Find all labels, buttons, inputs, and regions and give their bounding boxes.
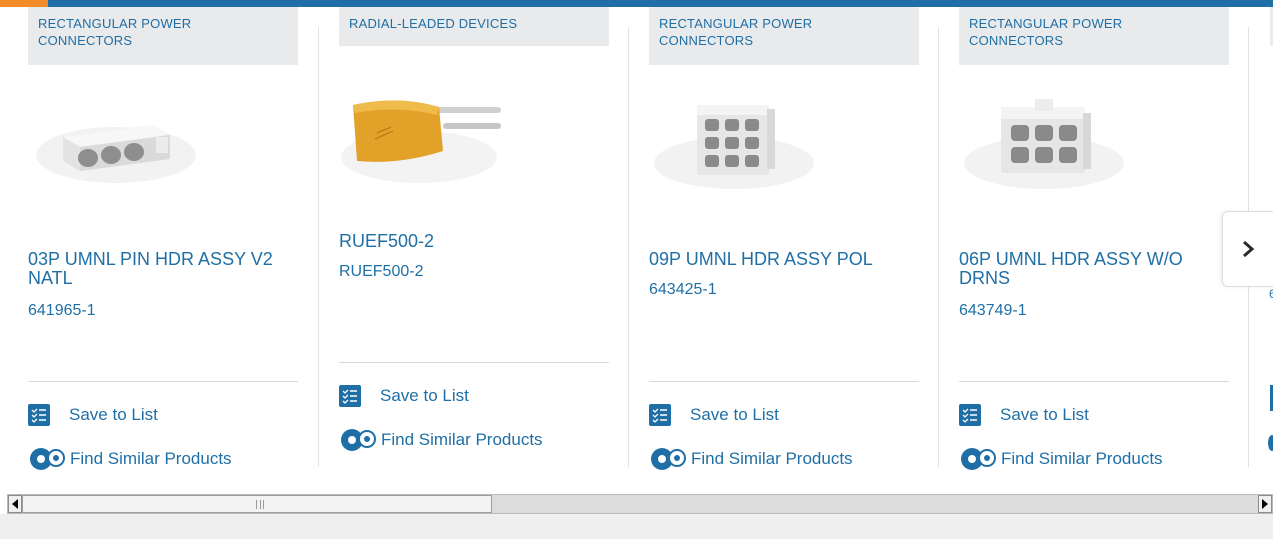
chevron-right-icon bbox=[1243, 240, 1255, 258]
checklist-icon bbox=[28, 404, 50, 426]
product-carousel: RECTANGULAR POWER CONNECTORS 03P UMNL PI… bbox=[0, 7, 1273, 487]
save-to-list-button[interactable]: Save to List bbox=[339, 385, 469, 407]
save-to-list-label: Save to List bbox=[1000, 405, 1089, 424]
top-accent-bar bbox=[0, 0, 1273, 7]
find-similar-label: Find Similar Products bbox=[70, 449, 232, 468]
gears-icon[interactable] bbox=[1268, 435, 1273, 451]
find-similar-label: Find Similar Products bbox=[691, 449, 853, 468]
find-similar-label: Find Similar Products bbox=[381, 430, 543, 449]
product-image[interactable] bbox=[649, 87, 819, 197]
checklist-icon bbox=[339, 385, 361, 407]
orange-accent bbox=[0, 0, 48, 7]
product-image[interactable] bbox=[959, 87, 1129, 197]
category-label[interactable]: RECTANGULAR POWER CONNECTORS bbox=[28, 7, 298, 65]
gears-icon bbox=[30, 448, 65, 470]
save-to-list-label: Save to List bbox=[380, 386, 469, 405]
part-number[interactable]: RUEF500-2 bbox=[339, 263, 423, 281]
checklist-icon bbox=[649, 404, 671, 426]
part-number-fragment[interactable]: 6 bbox=[1269, 287, 1273, 301]
category-label[interactable]: RADIAL-LEADED DEVICES bbox=[339, 7, 609, 46]
product-title[interactable]: 03P UMNL PIN HDR ASSY V2 NATL bbox=[28, 250, 298, 288]
category-label[interactable]: RECTANGULAR POWER CONNECTORS bbox=[649, 7, 919, 65]
gears-icon bbox=[961, 448, 996, 470]
divider bbox=[959, 381, 1229, 382]
save-to-list-label: Save to List bbox=[690, 405, 779, 424]
horizontal-scrollbar[interactable] bbox=[7, 494, 1273, 514]
divider bbox=[339, 362, 609, 363]
divider bbox=[28, 381, 298, 382]
card-separator bbox=[318, 27, 319, 467]
find-similar-button[interactable]: Find Similar Products bbox=[959, 446, 1163, 472]
save-to-list-button[interactable]: Save to List bbox=[28, 404, 158, 426]
scroll-right-button[interactable] bbox=[1258, 495, 1272, 513]
checklist-icon bbox=[959, 404, 981, 426]
part-number[interactable]: 643425-1 bbox=[649, 281, 717, 299]
product-title[interactable]: RUEF500-2 bbox=[339, 232, 609, 251]
gears-icon bbox=[651, 448, 686, 470]
card-separator bbox=[628, 27, 629, 467]
save-to-list-button[interactable]: Save to List bbox=[649, 404, 779, 426]
gears-icon bbox=[341, 429, 376, 451]
scrollbar-grip bbox=[256, 500, 264, 509]
product-title[interactable]: 06P UMNL HDR ASSY W/O DRNS bbox=[959, 250, 1229, 288]
product-card[interactable]: RECTANGULAR POWER CONNECTORS 09P UMNL HD… bbox=[649, 7, 919, 487]
footer-area bbox=[0, 514, 1273, 539]
triangle-left-icon bbox=[12, 499, 18, 509]
product-card[interactable]: RECTANGULAR POWER CONNECTORS 03P UMNL PI… bbox=[28, 7, 298, 487]
product-card[interactable]: RECTANGULAR POWER CONNECTORS 06P UMNL HD… bbox=[959, 7, 1229, 487]
find-similar-button[interactable]: Find Similar Products bbox=[649, 446, 853, 472]
part-number[interactable]: 641965-1 bbox=[28, 302, 96, 320]
triangle-right-icon bbox=[1262, 499, 1268, 509]
find-similar-label: Find Similar Products bbox=[1001, 449, 1163, 468]
product-title[interactable]: 09P UMNL HDR ASSY POL bbox=[649, 250, 919, 269]
category-label[interactable]: RECTANGULAR POWER CONNECTORS bbox=[959, 7, 1229, 65]
scrollbar-thumb[interactable] bbox=[22, 495, 492, 513]
product-image[interactable] bbox=[28, 87, 198, 197]
carousel-next-button[interactable] bbox=[1222, 211, 1273, 287]
divider bbox=[649, 381, 919, 382]
part-number[interactable]: 643749-1 bbox=[959, 302, 1027, 320]
find-similar-button[interactable]: Find Similar Products bbox=[339, 427, 543, 453]
card-separator bbox=[938, 27, 939, 467]
scroll-left-button[interactable] bbox=[8, 495, 22, 513]
save-to-list-button[interactable]: Save to List bbox=[959, 404, 1089, 426]
find-similar-button[interactable]: Find Similar Products bbox=[28, 446, 232, 472]
product-image[interactable] bbox=[339, 85, 509, 195]
product-card[interactable]: RADIAL-LEADED DEVICES RUEF500-2 RUEF500-… bbox=[339, 7, 609, 487]
save-to-list-label: Save to List bbox=[69, 405, 158, 424]
